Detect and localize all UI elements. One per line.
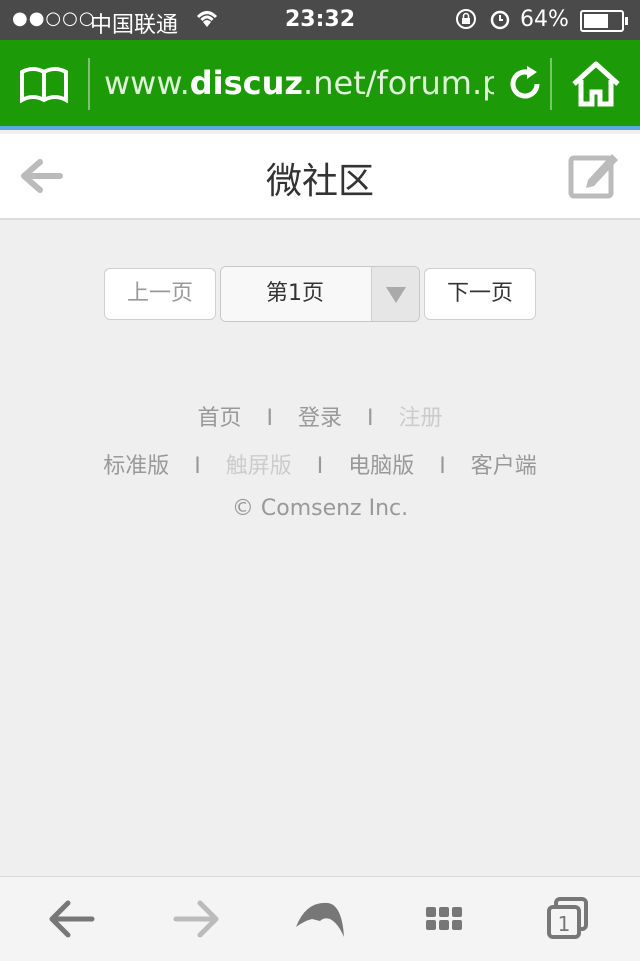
touch-version-link[interactable]: 触屏版: [226, 454, 292, 479]
rotation-lock-icon: [454, 7, 478, 37]
separator: I: [266, 406, 273, 431]
page-select[interactable]: 第1页: [220, 266, 420, 322]
battery-percent: 64%: [520, 7, 569, 32]
separator: I: [367, 406, 374, 431]
book-icon[interactable]: [18, 66, 70, 104]
url-domain: discuz: [189, 64, 304, 102]
dropdown-arrow-icon[interactable]: [371, 267, 419, 321]
grid-icon[interactable]: [424, 897, 464, 941]
bottom-toolbar: 1: [0, 876, 640, 961]
separator: I: [316, 454, 324, 479]
separator: I: [439, 454, 446, 479]
home-icon[interactable]: [570, 60, 622, 108]
footer-links-row: 首页 I 登录 I 注册: [0, 400, 640, 432]
url-prefix: www.: [104, 64, 190, 102]
standard-version-link[interactable]: 标准版: [103, 454, 169, 479]
tabs-icon[interactable]: 1: [546, 897, 590, 941]
address-bar[interactable]: www.discuz.net/forum.p...: [104, 64, 494, 104]
home-link[interactable]: 首页: [197, 406, 241, 431]
copyright: © Comsenz Inc.: [231, 496, 409, 521]
dolphin-icon[interactable]: [294, 897, 346, 941]
battery-icon: [580, 10, 628, 32]
prev-page-button[interactable]: 上一页: [104, 268, 216, 320]
forward-icon[interactable]: [172, 897, 220, 941]
divider: [550, 58, 552, 110]
version-links-row: 标准版 I 触屏版 I 电脑版 I 客户端: [0, 448, 640, 480]
page-header: 微社区: [0, 134, 640, 220]
status-bar: ●●○○○ 中国联通 23:32 64%: [0, 0, 640, 40]
reload-icon[interactable]: [505, 64, 545, 104]
login-link[interactable]: 登录: [298, 406, 342, 431]
browser-toolbar: www.discuz.net/forum.p...: [0, 40, 640, 130]
url-suffix: .net/forum.p...: [303, 64, 494, 102]
page-title: 微社区: [265, 161, 374, 202]
edit-icon[interactable]: [568, 150, 620, 200]
register-link[interactable]: 注册: [399, 406, 443, 431]
svg-text:1: 1: [558, 912, 571, 936]
client-link[interactable]: 客户端: [471, 454, 537, 479]
separator: I: [194, 454, 201, 479]
current-page-value: 第1页: [221, 267, 369, 321]
alarm-icon: [488, 7, 512, 37]
divider: [88, 58, 90, 110]
next-page-button[interactable]: 下一页: [424, 268, 536, 320]
back-icon[interactable]: [48, 897, 96, 941]
desktop-version-link[interactable]: 电脑版: [348, 454, 414, 479]
